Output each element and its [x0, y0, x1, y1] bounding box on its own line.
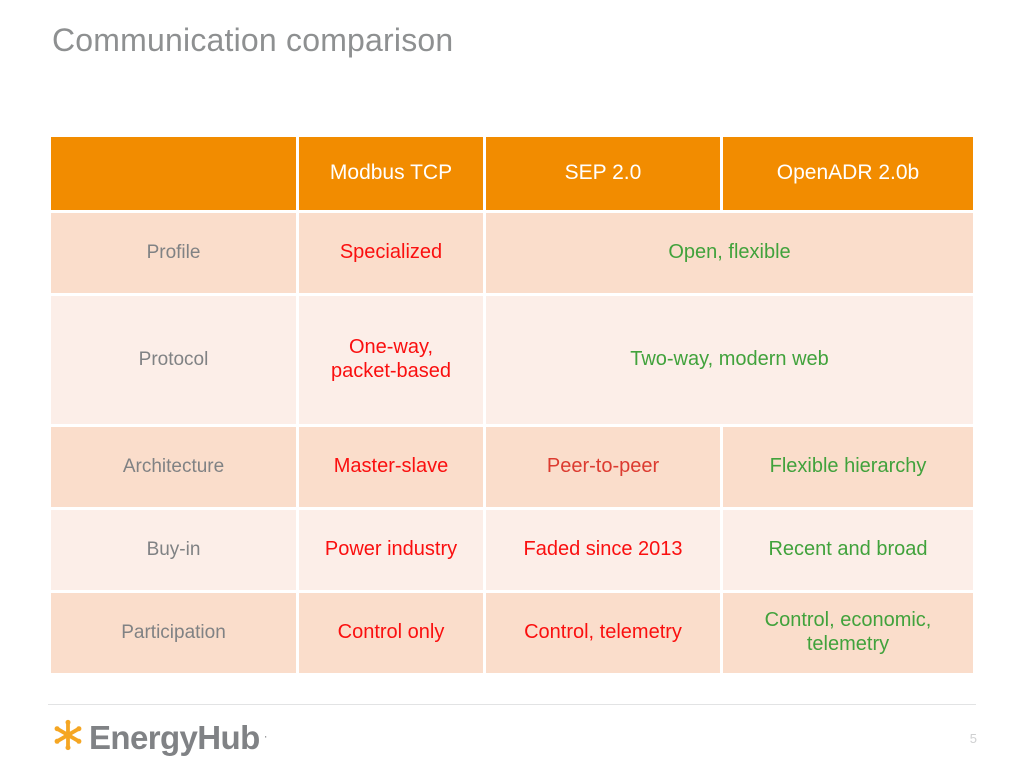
- comparison-table: Modbus TCP SEP 2.0 OpenADR 2.0b Profile …: [51, 137, 973, 673]
- energyhub-logo: EnergyHub ·: [50, 717, 268, 758]
- cell-protocol-modbus-line1: One-way,: [348, 336, 434, 359]
- cell-participation-openadr-line1: Control, economic,: [764, 609, 932, 632]
- cell-architecture-openadr: Flexible hierarchy: [723, 427, 973, 510]
- cell-buyin-sep: Faded since 2013: [486, 510, 723, 593]
- asterisk-burst-icon: [50, 717, 86, 758]
- header-cell-blank: [51, 137, 299, 213]
- table-header-row: Modbus TCP SEP 2.0 OpenADR 2.0b: [51, 137, 973, 213]
- cell-participation-modbus: Control only: [299, 593, 486, 673]
- cell-buyin-openadr: Recent and broad: [723, 510, 973, 593]
- cell-profile-merged: Open, flexible: [486, 213, 973, 296]
- header-cell-sep: SEP 2.0: [486, 137, 723, 213]
- logo-wordmark: EnergyHub: [89, 719, 260, 756]
- row-label-participation: Participation: [51, 593, 299, 673]
- cell-participation-openadr: Control, economic, telemetry: [723, 593, 973, 673]
- cell-profile-modbus: Specialized: [299, 213, 486, 296]
- row-label-profile: Profile: [51, 213, 299, 296]
- header-cell-openadr: OpenADR 2.0b: [723, 137, 973, 213]
- cell-buyin-modbus: Power industry: [299, 510, 486, 593]
- page-number: 5: [969, 731, 977, 746]
- cell-architecture-modbus: Master-slave: [299, 427, 486, 510]
- page-title: Communication comparison: [52, 22, 454, 58]
- table-row: Protocol One-way, packet-based Two-way, …: [51, 296, 973, 427]
- row-label-protocol: Protocol: [51, 296, 299, 427]
- header-cell-modbus: Modbus TCP: [299, 137, 486, 213]
- cell-protocol-modbus: One-way, packet-based: [299, 296, 486, 427]
- row-label-architecture: Architecture: [51, 427, 299, 510]
- cell-protocol-merged: Two-way, modern web: [486, 296, 973, 427]
- footer-divider: [48, 704, 976, 705]
- table-row: Architecture Master-slave Peer-to-peer F…: [51, 427, 973, 510]
- cell-participation-openadr-line2: telemetry: [806, 633, 890, 655]
- table-row: Participation Control only Control, tele…: [51, 593, 973, 673]
- logo-trademark: ·: [263, 729, 268, 743]
- table-row: Buy-in Power industry Faded since 2013 R…: [51, 510, 973, 593]
- table-row: Profile Specialized Open, flexible: [51, 213, 973, 296]
- cell-participation-sep: Control, telemetry: [486, 593, 723, 673]
- row-label-buyin: Buy-in: [51, 510, 299, 593]
- cell-protocol-modbus-line2: packet-based: [330, 360, 452, 382]
- cell-architecture-sep: Peer-to-peer: [486, 427, 723, 510]
